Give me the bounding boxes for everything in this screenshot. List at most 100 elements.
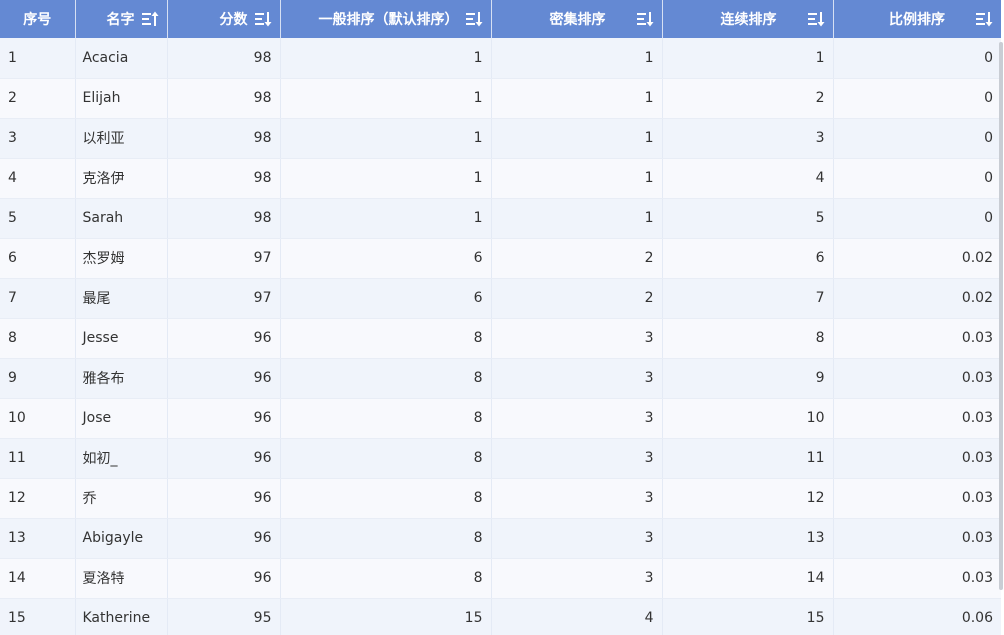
column-header-score-label: 分数 [219,12,248,28]
table-row[interactable]: 14 夏洛特 96 8 3 14 0.03 [0,558,1001,599]
cell-normal-rank: 1 [280,38,492,79]
sort-icon[interactable] [807,11,825,27]
column-header-normal-rank[interactable]: 一般排序（默认排序） [280,0,492,38]
cell-name: 以利亚 [75,118,168,159]
cell-score: 96 [167,558,281,599]
cell-dense-rank: 1 [491,78,663,119]
sort-icon[interactable] [465,11,483,27]
cell-score: 98 [167,118,281,159]
cell-dense-rank: 2 [491,238,663,279]
table-row[interactable]: 8 Jesse 96 8 3 8 0.03 [0,318,1001,359]
cell-name: Katherine [75,598,168,635]
cell-score: 96 [167,478,281,519]
cell-score: 96 [167,358,281,399]
cell-continuous-rank: 7 [662,278,834,319]
cell-name: Acacia [75,38,168,79]
cell-score: 98 [167,158,281,199]
cell-ratio-rank: 0 [833,38,1001,79]
column-header-name[interactable]: 名字 [75,0,168,38]
table-row[interactable]: 2 Elijah 98 1 1 2 0 [0,78,1001,119]
cell-score: 96 [167,438,281,479]
cell-name: Elijah [75,78,168,119]
cell-ratio-rank: 0 [833,118,1001,159]
cell-score: 96 [167,518,281,559]
table-row[interactable]: 7 最尾 97 6 2 7 0.02 [0,278,1001,319]
cell-normal-rank: 1 [280,198,492,239]
column-header-continuous-rank[interactable]: 连续排序 [662,0,834,38]
cell-ratio-rank: 0.02 [833,238,1001,279]
column-header-dense-rank[interactable]: 密集排序 [491,0,663,38]
table-row[interactable]: 6 杰罗姆 97 6 2 6 0.02 [0,238,1001,279]
cell-name: 雅各布 [75,358,168,399]
cell-dense-rank: 3 [491,478,663,519]
cell-index: 13 [0,518,76,559]
cell-ratio-rank: 0.02 [833,278,1001,319]
column-header-continuous-rank-label: 连续排序 [720,12,777,28]
sort-icon[interactable] [636,11,654,27]
cell-dense-rank: 2 [491,278,663,319]
cell-name: 乔 [75,478,168,519]
cell-name: 夏洛特 [75,558,168,599]
cell-dense-rank: 1 [491,38,663,79]
cell-index: 8 [0,318,76,359]
cell-continuous-rank: 1 [662,38,834,79]
sort-icon[interactable] [141,11,159,27]
cell-ratio-rank: 0.03 [833,358,1001,399]
cell-normal-rank: 8 [280,478,492,519]
cell-normal-rank: 1 [280,158,492,199]
cell-ratio-rank: 0 [833,78,1001,119]
cell-continuous-rank: 3 [662,118,834,159]
cell-dense-rank: 1 [491,158,663,199]
cell-dense-rank: 1 [491,118,663,159]
cell-ratio-rank: 0.03 [833,318,1001,359]
sort-icon[interactable] [254,11,272,27]
cell-index: 2 [0,78,76,119]
cell-name: Jose [75,398,168,439]
cell-index: 6 [0,238,76,279]
cell-score: 95 [167,598,281,635]
cell-index: 4 [0,158,76,199]
cell-continuous-rank: 14 [662,558,834,599]
table-row[interactable]: 13 Abigayle 96 8 3 13 0.03 [0,518,1001,559]
cell-ratio-rank: 0.03 [833,398,1001,439]
cell-index: 7 [0,278,76,319]
table-row[interactable]: 15 Katherine 95 15 4 15 0.06 [0,598,1001,635]
cell-continuous-rank: 4 [662,158,834,199]
table-row[interactable]: 1 Acacia 98 1 1 1 0 [0,38,1001,79]
cell-continuous-rank: 2 [662,78,834,119]
cell-normal-rank: 1 [280,118,492,159]
column-header-ratio-rank-label: 比例排序 [889,12,945,28]
table-row[interactable]: 5 Sarah 98 1 1 5 0 [0,198,1001,239]
sort-icon[interactable] [975,11,993,27]
table-row[interactable]: 3 以利亚 98 1 1 3 0 [0,118,1001,159]
column-header-ratio-rank[interactable]: 比例排序 [833,0,1001,38]
cell-score: 96 [167,318,281,359]
cell-dense-rank: 3 [491,558,663,599]
vertical-scrollbar[interactable] [999,42,1003,590]
cell-normal-rank: 6 [280,278,492,319]
ranking-table-container: 序号 名字 分数 一般排序（默认排序） 密集排序 连续排序 比例排序 1 Aca… [0,0,1004,635]
cell-index: 5 [0,198,76,239]
table-row[interactable]: 11 如初_ 96 8 3 11 0.03 [0,438,1001,479]
cell-continuous-rank: 11 [662,438,834,479]
cell-name: 最尾 [75,278,168,319]
table-row[interactable]: 4 克洛伊 98 1 1 4 0 [0,158,1001,199]
cell-score: 96 [167,398,281,439]
column-header-score[interactable]: 分数 [167,0,281,38]
cell-name: Abigayle [75,518,168,559]
cell-score: 97 [167,278,281,319]
cell-score: 98 [167,78,281,119]
cell-dense-rank: 4 [491,598,663,635]
cell-score: 98 [167,198,281,239]
cell-index: 1 [0,38,76,79]
table-row[interactable]: 10 Jose 96 8 3 10 0.03 [0,398,1001,439]
table-row[interactable]: 9 雅各布 96 8 3 9 0.03 [0,358,1001,399]
cell-continuous-rank: 15 [662,598,834,635]
table-row[interactable]: 12 乔 96 8 3 12 0.03 [0,478,1001,519]
cell-dense-rank: 3 [491,318,663,359]
cell-ratio-rank: 0.03 [833,518,1001,559]
column-header-normal-rank-label: 一般排序（默认排序） [318,12,459,28]
cell-continuous-rank: 5 [662,198,834,239]
column-header-dense-rank-label: 密集排序 [549,12,606,28]
cell-index: 11 [0,438,76,479]
